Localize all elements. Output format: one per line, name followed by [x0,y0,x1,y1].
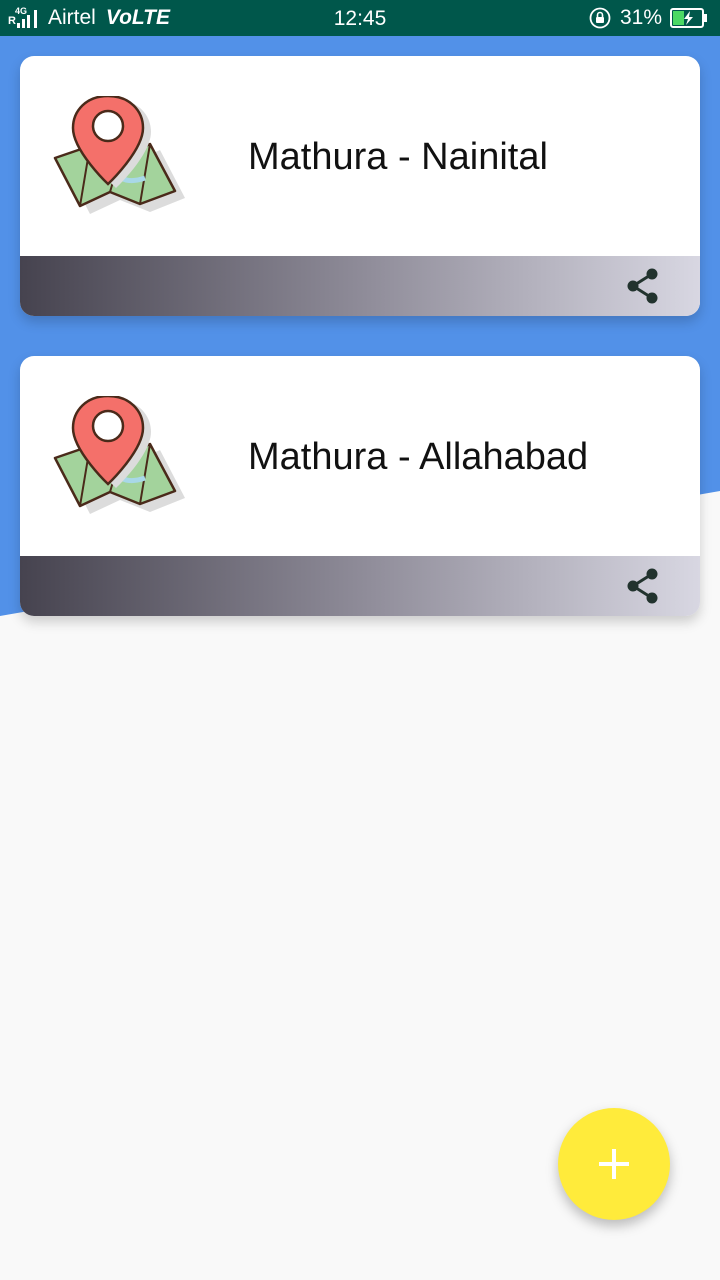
status-bar: 4G R Airtel VoLTE 12:45 31% [0,0,720,36]
status-right: 31% [588,0,708,36]
route-title: Mathura - Allahabad [248,436,589,478]
plus-icon [599,1149,629,1179]
route-title: Mathura - Nainital [248,136,548,178]
share-icon[interactable] [624,567,662,605]
battery-percent: 31% [619,6,662,29]
share-icon[interactable] [624,267,662,305]
add-route-button[interactable] [558,1108,670,1220]
card-footer [20,256,700,316]
route-card[interactable]: Mathura - Allahabad [20,356,700,616]
route-card[interactable]: Mathura - Nainital [20,56,700,316]
card-footer [20,556,700,616]
map-pin-icon [53,396,185,514]
map-pin-icon [53,96,185,214]
rotation-lock-icon [589,7,611,29]
battery-charging-icon [670,8,707,28]
